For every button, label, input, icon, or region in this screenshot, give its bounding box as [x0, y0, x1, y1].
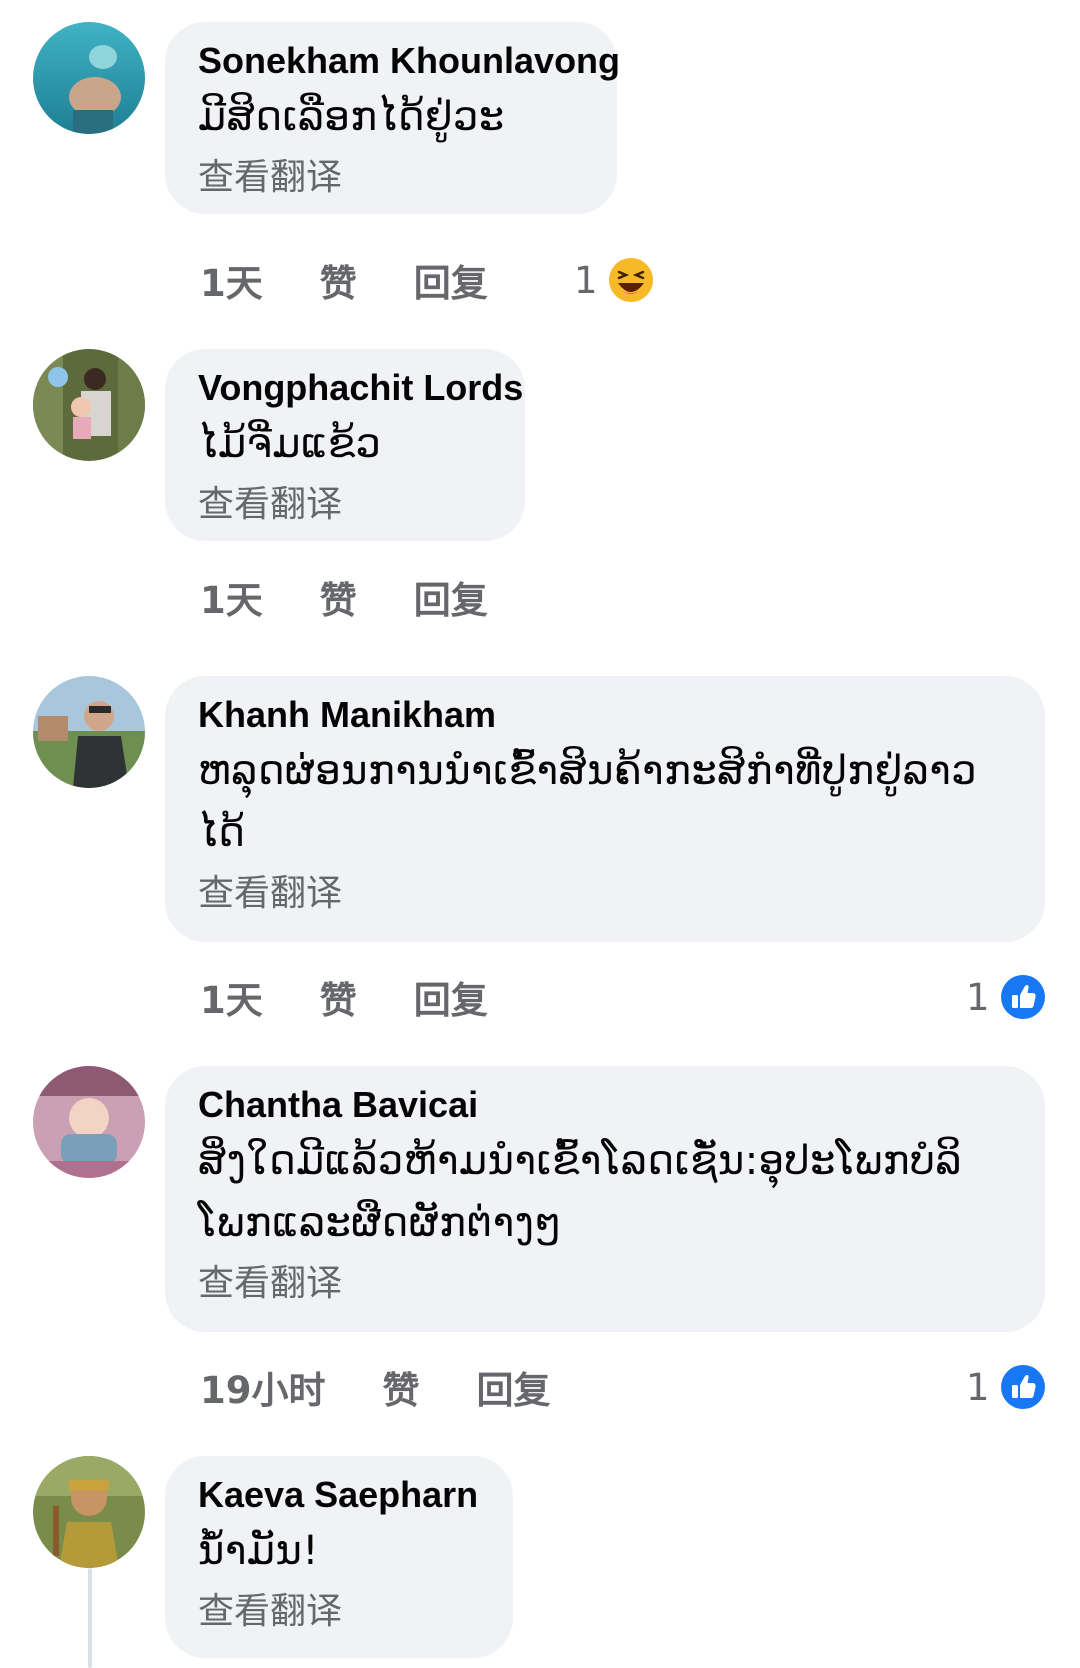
avatar[interactable] — [33, 1456, 145, 1568]
reaction-summary[interactable]: 1 — [966, 967, 1046, 1027]
comment-actions: 1天 赞 回复 — [200, 567, 488, 627]
reaction-count: 1 — [574, 258, 598, 302]
see-translation-link[interactable]: 查看翻译 — [198, 158, 581, 198]
comment-text: ນໍ້າມັນ! — [198, 1528, 319, 1574]
like-button[interactable]: 赞 — [320, 970, 357, 1024]
comment-author[interactable]: Khanh Manikham — [198, 696, 1009, 734]
comment-text: ມີສິດເລືອກໄດ້ຢູ່ວະ — [198, 94, 505, 140]
reaction-count: 1 — [966, 975, 990, 1019]
comment-bubble: Khanh Manikham ຫລຸດຜ່ອນການນໍາເຂົ້າສິນຄ້າ… — [165, 676, 1045, 942]
haha-emoji-icon — [608, 258, 653, 302]
reply-button[interactable]: 回复 — [414, 970, 488, 1024]
see-translation-link[interactable]: 查看翻译 — [198, 485, 489, 525]
avatar-image — [33, 22, 145, 134]
like-button[interactable]: 赞 — [320, 570, 357, 624]
comment-bubble: Vongphachit Lords ໄມ້ຈີ່ມແຂ້ວ 查看翻译 — [165, 349, 525, 541]
comment-timestamp[interactable]: 1天 — [200, 970, 263, 1024]
avatar-image — [33, 1066, 145, 1178]
like-thumb-icon — [1000, 975, 1045, 1019]
see-translation-link[interactable]: 查看翻译 — [198, 1264, 1009, 1304]
comment-author[interactable]: Kaeva Saepharn — [198, 1476, 478, 1514]
reaction-summary[interactable]: 1 — [966, 1357, 1046, 1417]
comment-actions: 1天 赞 回复 — [200, 967, 488, 1027]
reply-button[interactable]: 回复 — [414, 253, 488, 307]
like-thumb-icon — [1000, 1365, 1045, 1409]
avatar[interactable] — [33, 349, 145, 461]
like-button[interactable]: 赞 — [320, 253, 357, 307]
comment-bubble: Chantha Bavicai ສິ່ງໃດມີແລ້ວຫ້າມນໍາເຂົ້າ… — [165, 1066, 1045, 1332]
comment-timestamp[interactable]: 1天 — [200, 253, 263, 307]
avatar[interactable] — [33, 22, 145, 134]
see-translation-link[interactable]: 查看翻译 — [198, 874, 1009, 914]
comment-author[interactable]: Sonekham Khounlavong — [198, 42, 620, 80]
reaction-count: 1 — [966, 1365, 990, 1409]
reply-button[interactable]: 回复 — [414, 570, 488, 624]
see-translation-link[interactable]: 查看翻译 — [198, 1592, 477, 1632]
avatar-image — [33, 1456, 145, 1568]
avatar-image — [33, 349, 145, 461]
comment-text: ຫລຸດຜ່ອນການນໍາເຂົ້າສິນຄ້າກະສິກໍາທີ່ປູກຢູ… — [198, 748, 978, 856]
comment-timestamp[interactable]: 1天 — [200, 570, 263, 624]
avatar[interactable] — [33, 1066, 145, 1178]
comment-author[interactable]: Vongphachit Lords — [198, 369, 523, 407]
comment-author[interactable]: Chantha Bavicai — [198, 1086, 1009, 1124]
comment-timestamp[interactable]: 19小时 — [200, 1360, 326, 1414]
comment-bubble: Sonekham Khounlavong ມີສິດເລືອກໄດ້ຢູ່ວະ … — [165, 22, 620, 214]
reply-button[interactable]: 回复 — [477, 1360, 551, 1414]
reply-thread-line — [88, 1568, 92, 1668]
reaction-summary[interactable]: 1 — [574, 250, 654, 310]
avatar-image — [33, 676, 145, 788]
like-button[interactable]: 赞 — [383, 1360, 420, 1414]
comment-actions: 1天 赞 回复 — [200, 250, 488, 310]
comment-text: ໄມ້ຈີ່ມແຂ້ວ — [198, 421, 382, 467]
avatar[interactable] — [33, 676, 145, 788]
comment-bubble: Kaeva Saepharn ນໍ້າມັນ! 查看翻译 — [165, 1456, 513, 1658]
comment-text: ສິ່ງໃດມີແລ້ວຫ້າມນໍາເຂົ້າໂລດເຊັ່ນ:ອຸປະໂພກ… — [198, 1138, 962, 1246]
comment-actions: 19小时 赞 回复 — [200, 1357, 551, 1417]
